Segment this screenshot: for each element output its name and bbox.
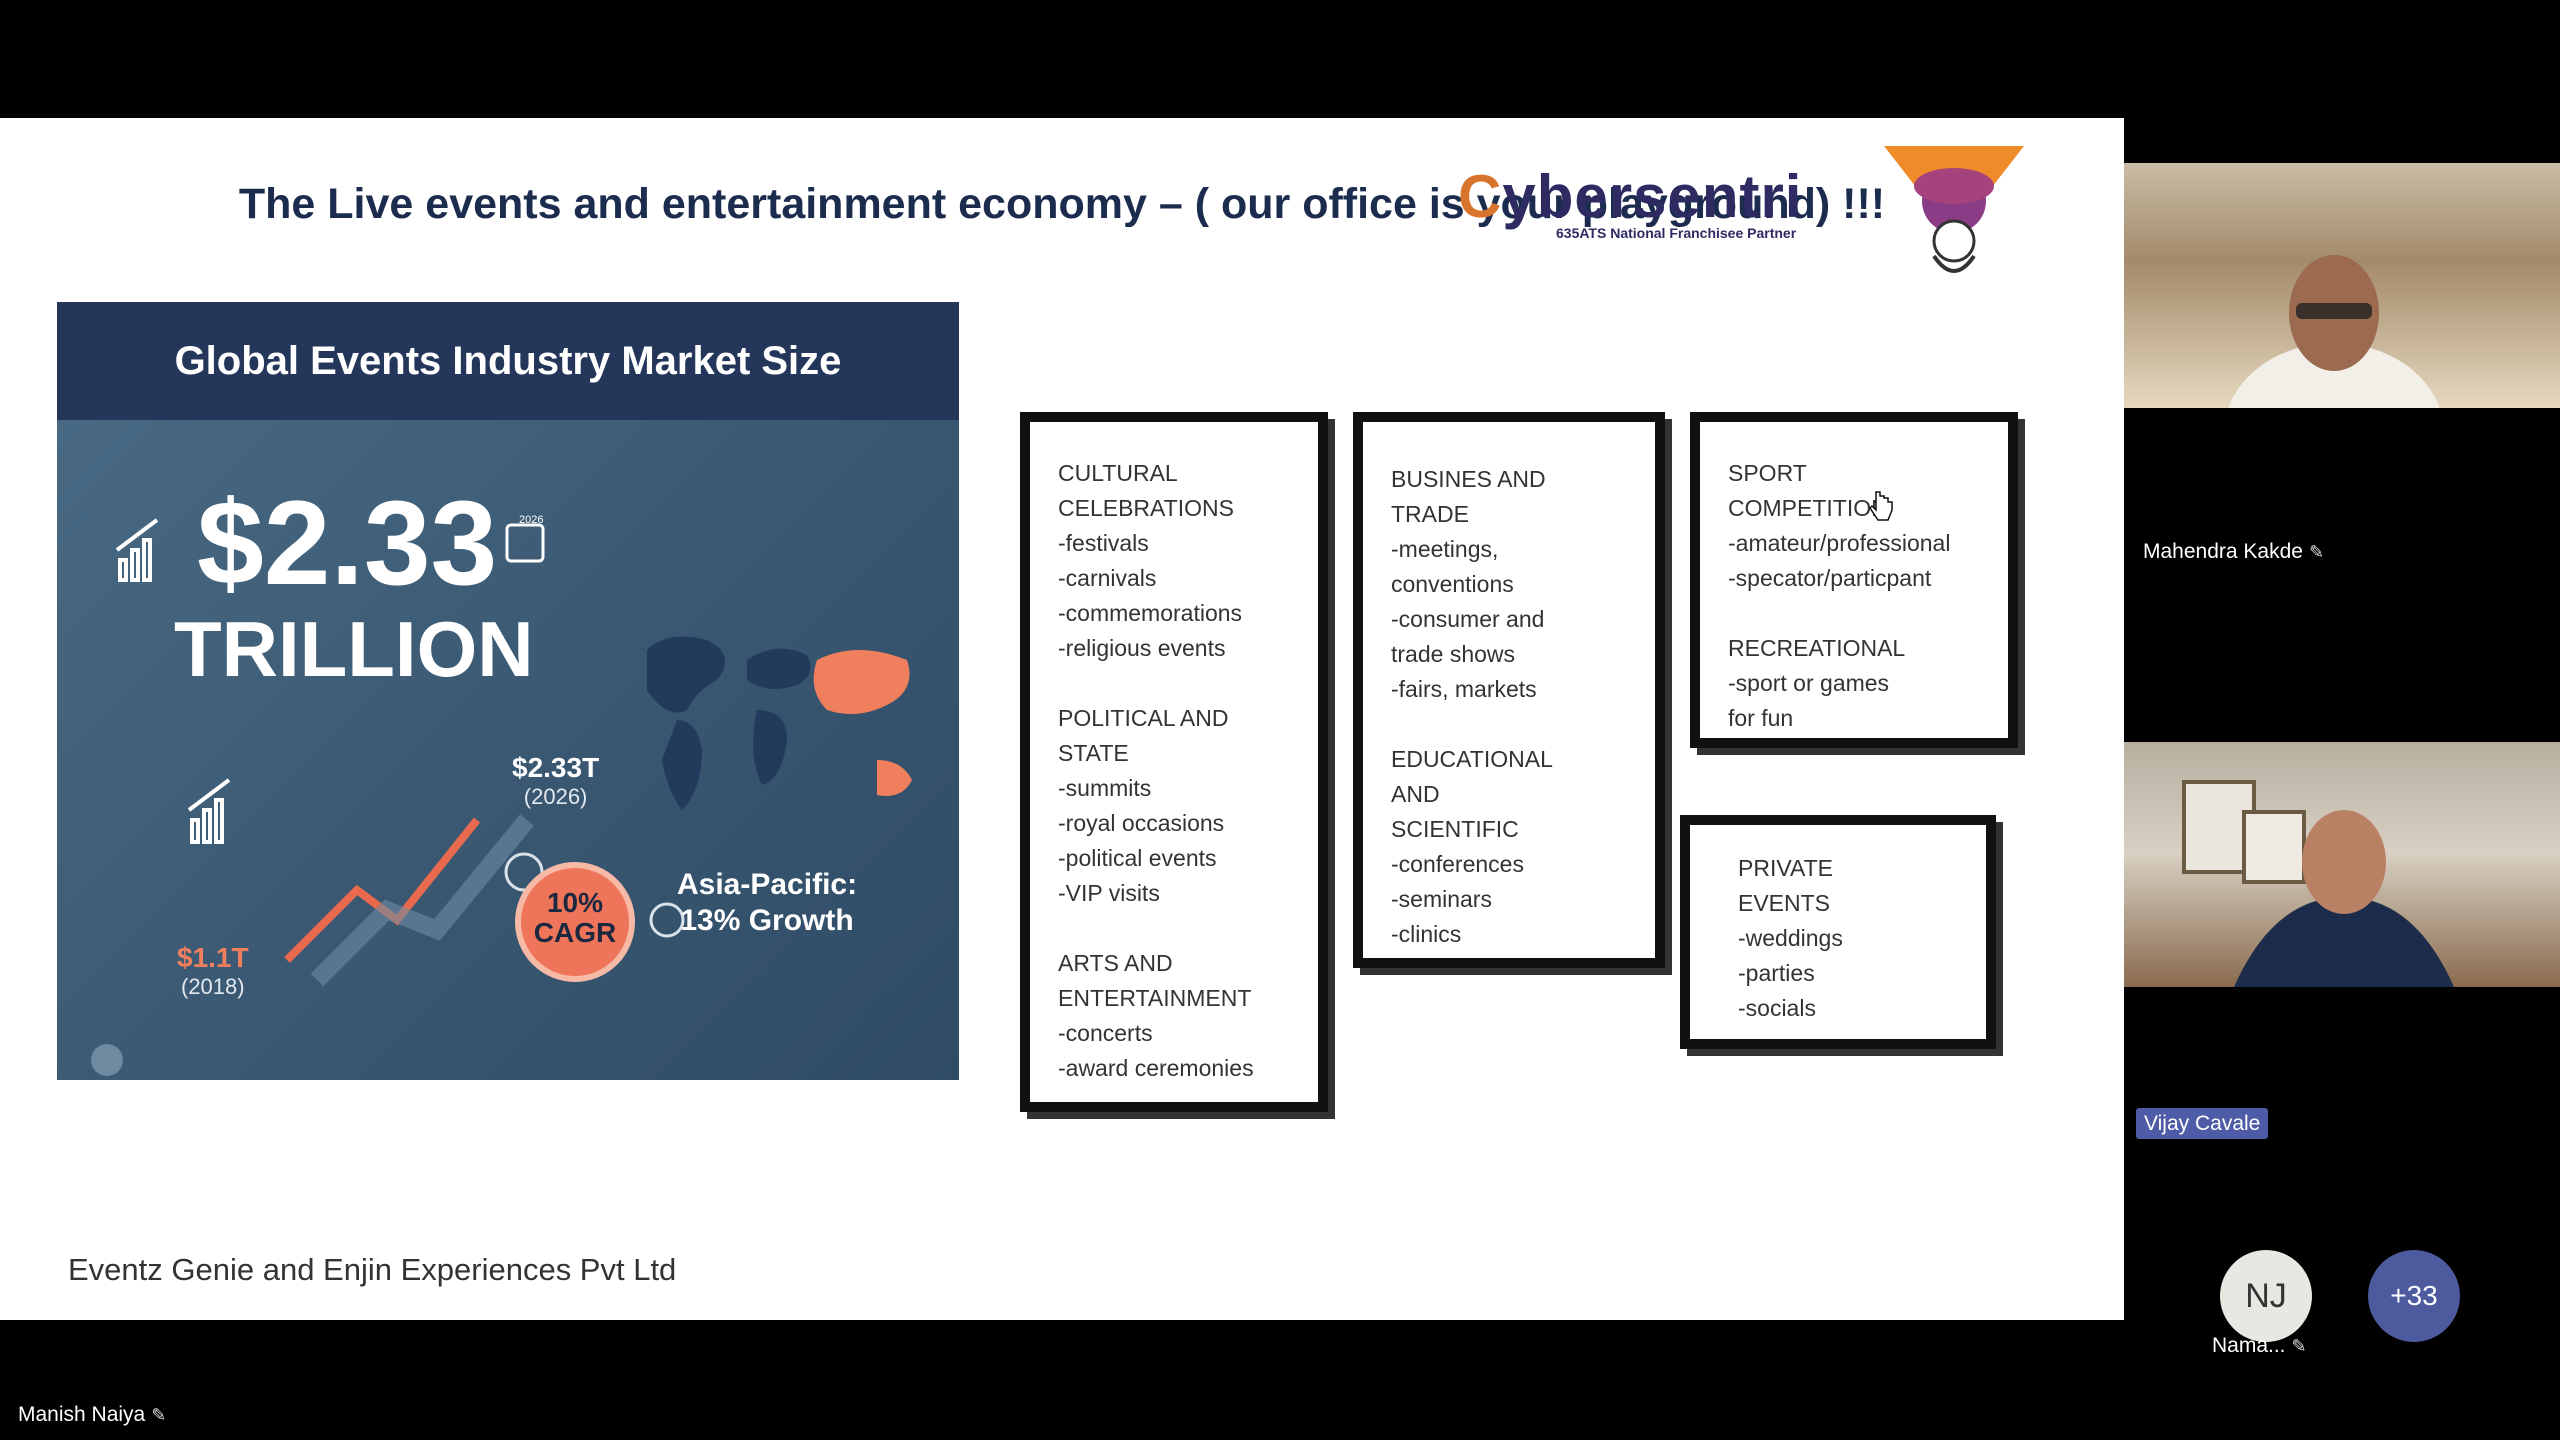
participant-1-figure [2228,255,2440,408]
box-private: PRIVATE EVENTS -weddings -parties -socia… [1680,815,1996,1049]
slide-title: The Live events and entertainment econom… [238,180,1886,228]
market-unit: TRILLION [174,605,534,693]
box-business: BUSINES AND TRADE -meetings, conventions… [1353,412,1665,968]
value-2026: $2.33T (2026) [512,752,600,809]
apac-growth: Asia-Pacific: 13% Growth [677,868,858,937]
market-size-infographic: Global Events Industry Market Size 2026 … [57,302,959,1080]
value-2018: $1.1T (2018) [177,942,249,999]
box-sport: SPORT COMPETITION -amateur/professional … [1690,412,2018,748]
market-value: $2.33 [197,476,498,610]
participant-2-figure [2182,780,2454,987]
mascot-logo [1884,146,2024,273]
more-participants-button[interactable]: +33 [2368,1250,2460,1342]
participant-name-vijay: Vijay Cavale [2136,1108,2269,1139]
mic-muted-icon: ✎ [2291,1336,2307,1356]
participant-avatar-nj[interactable]: NJ [2220,1250,2312,1342]
participant-video-vijay[interactable] [2124,742,2560,987]
participant-name-mahendra: Mahendra Kakde ✎ [2143,540,2325,563]
mic-muted-icon: ✎ [2308,542,2325,562]
mic-muted-icon: ✎ [151,1405,167,1425]
calendar-icon-label: 2026 [519,514,544,526]
participant-video-mahendra[interactable] [2124,163,2560,408]
box-cultural: CULTURAL CELEBRATIONS -festivals -carniv… [1020,412,1328,1112]
slide-footer: Eventz Genie and Enjin Experiences Pvt L… [68,1252,677,1287]
participant-name-nama: Nama... ✎ [2212,1334,2307,1357]
logo-subtext: 635ATS National Franchisee Partner [1556,225,1797,241]
infographic-title: Global Events Industry Market Size [174,339,842,383]
presenter-name: Manish Naiya ✎ [18,1403,167,1426]
hand-cursor-icon [1870,491,1893,521]
cybersentri-logo: Cybersentri 635ATS National Franchisee P… [1458,163,1803,241]
cagr-text: 10% CAGR [533,887,617,948]
